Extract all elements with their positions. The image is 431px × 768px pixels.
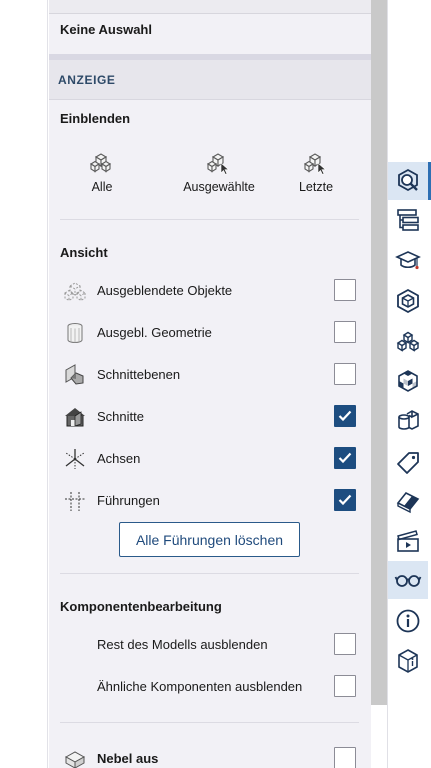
row-hidden-geometry[interactable]: Ausgebl. Geometrie — [60, 320, 360, 346]
ansicht-heading: Ansicht — [60, 245, 108, 260]
info-icon — [396, 609, 420, 633]
checkbox-guides[interactable] — [334, 489, 356, 511]
fog-icon — [64, 751, 86, 768]
tray-panel: Keine Auswahl ANZEIGE Einblenden Alle Au… — [49, 0, 371, 768]
toolbar-display-button[interactable] — [388, 561, 428, 599]
row-hidden-objects[interactable]: Ausgeblendete Objekte — [60, 278, 360, 304]
toolbar-components-button[interactable] — [388, 282, 428, 320]
soften-edges-icon — [398, 410, 419, 430]
checkbox-fog[interactable] — [334, 747, 356, 768]
show-last-label: Letzte — [298, 180, 334, 194]
scenes-icon — [397, 530, 419, 552]
toolbar-info-button[interactable] — [388, 602, 428, 640]
show-all-button[interactable]: Alle — [57, 148, 147, 202]
panel-scrollbar[interactable] — [371, 0, 387, 705]
cubes-show-selected-icon — [206, 153, 230, 175]
row-label: Achsen — [97, 451, 141, 466]
entity-info-icon — [398, 168, 418, 192]
row-label: Rest des Modells ausblenden — [97, 637, 268, 652]
row-label: Schnittebenen — [97, 367, 181, 382]
toolbar-scenes-button[interactable] — [388, 522, 428, 560]
row-label: Schnitte — [97, 409, 144, 424]
axes-icon — [65, 449, 85, 469]
row-section-cuts[interactable]: Schnitte — [60, 404, 360, 430]
checkbox-axes[interactable] — [334, 447, 356, 469]
show-last-button[interactable]: Letzte — [271, 148, 361, 202]
checkbox-hidden-geometry[interactable] — [334, 321, 356, 343]
row-label: Ähnliche Komponenten ausblenden — [97, 679, 303, 694]
show-all-label: Alle — [91, 180, 113, 194]
row-hide-rest-of-model[interactable]: Rest des Modells ausblenden — [60, 632, 360, 658]
check-icon — [338, 494, 352, 506]
right-toolbar — [387, 0, 431, 768]
viewport-edge — [0, 0, 48, 768]
checkbox-hidden-objects[interactable] — [334, 279, 356, 301]
styles-icon — [398, 370, 418, 392]
section-planes-icon — [65, 364, 84, 385]
toolbar-soften-edges-button[interactable] — [388, 402, 428, 440]
component-editing-heading: Komponentenbearbeitung — [60, 599, 222, 614]
einblenden-heading: Einblenden — [60, 111, 131, 126]
row-label: Nebel aus — [97, 751, 159, 766]
checkbox-section-planes[interactable] — [334, 363, 356, 385]
toolbar-tags-button[interactable] — [388, 444, 428, 482]
row-guides[interactable]: Führungen — [60, 488, 360, 514]
row-label: Ausgebl. Geometrie — [97, 325, 212, 340]
row-label: Ausgeblendete Objekte — [97, 283, 233, 298]
guides-icon — [65, 492, 85, 511]
checkbox-hide-similar-components[interactable] — [334, 675, 356, 697]
materials-icon — [396, 331, 420, 352]
app-window: Keine Auswahl ANZEIGE Einblenden Alle Au… — [0, 0, 431, 768]
checkbox-section-cuts[interactable] — [334, 405, 356, 427]
checkbox-hide-rest-of-model[interactable] — [334, 633, 356, 655]
toolbar-eraser-button[interactable] — [388, 482, 428, 520]
show-selected-button[interactable]: Ausgewählte — [174, 148, 264, 202]
show-selected-label: Ausgewählte — [183, 180, 255, 194]
row-fog[interactable]: Nebel aus — [60, 746, 360, 768]
divider — [60, 573, 359, 574]
toolbar-instructor-button[interactable] — [388, 242, 428, 280]
row-label: Führungen — [97, 493, 160, 508]
cubes-show-all-icon — [89, 153, 112, 173]
toolbar-outliner-button[interactable] — [388, 201, 428, 239]
clear-all-guides-button[interactable]: Alle Führungen löschen — [119, 522, 300, 557]
section-header-anzeige[interactable]: ANZEIGE — [49, 60, 371, 100]
cubes-show-last-icon — [303, 153, 327, 175]
toolbar-model-info-button[interactable] — [388, 642, 428, 680]
selection-title: Keine Auswahl — [60, 22, 152, 37]
check-icon — [338, 410, 352, 422]
divider — [60, 219, 359, 220]
tags-icon — [397, 452, 419, 474]
eraser-icon — [396, 491, 420, 514]
hidden-geometry-icon — [67, 323, 83, 343]
divider — [60, 722, 359, 723]
toolbar-entity-info-button[interactable] — [388, 162, 431, 200]
section-title: ANZEIGE — [58, 73, 116, 87]
check-icon — [338, 452, 352, 464]
outliner-icon — [397, 209, 419, 231]
model-info-icon — [398, 649, 418, 673]
hidden-objects-icon — [64, 282, 86, 302]
toolbar-materials-button[interactable] — [388, 322, 428, 360]
display-glasses-icon — [394, 575, 422, 587]
row-hide-similar-components[interactable]: Ähnliche Komponenten ausblenden — [60, 674, 360, 700]
row-axes[interactable]: Achsen — [60, 446, 360, 472]
components-icon — [397, 288, 419, 314]
section-cuts-icon — [65, 408, 85, 427]
panel-top-band — [49, 0, 371, 14]
instructor-icon — [395, 251, 421, 270]
toolbar-styles-button[interactable] — [388, 362, 428, 400]
row-section-planes[interactable]: Schnittebenen — [60, 362, 360, 388]
